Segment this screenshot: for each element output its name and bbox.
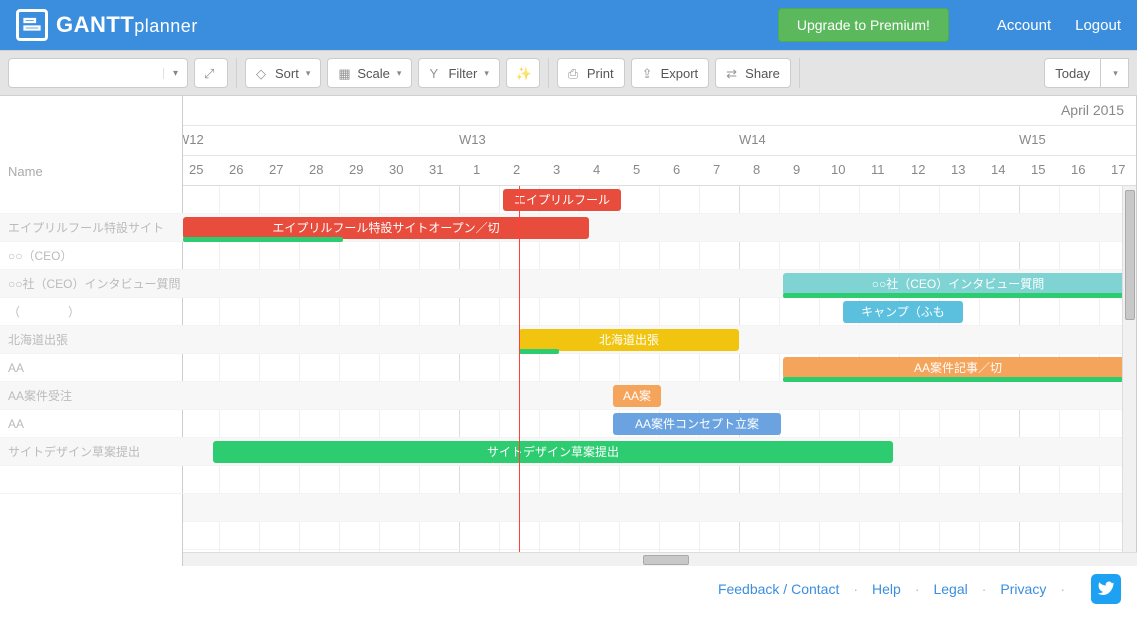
help-link[interactable]: Help [872, 581, 901, 597]
gantt-bar[interactable]: エイプリルフール [503, 189, 621, 211]
gantt-bar[interactable]: サイトデザイン草案提出 [213, 441, 893, 463]
day-label: 11 [871, 162, 885, 177]
vertical-scrollbar[interactable] [1122, 186, 1136, 552]
today-dropdown[interactable]: ▾ [1101, 58, 1129, 88]
day-label: 17 [1111, 162, 1125, 177]
day-label: 8 [753, 162, 760, 177]
day-label: 9 [793, 162, 800, 177]
logo-icon [16, 9, 48, 41]
gantt-bar-progress [183, 237, 343, 242]
gantt-bar[interactable]: キャンプ（ふも [843, 301, 963, 323]
sort-button[interactable]: ◇Sort▾ [245, 58, 321, 88]
day-label: 27 [269, 162, 283, 177]
task-row-label[interactable] [0, 466, 183, 494]
export-button[interactable]: ⇪Export [631, 58, 710, 88]
day-label: 6 [673, 162, 680, 177]
share-icon: ⇄ [726, 66, 740, 80]
task-row-label[interactable]: AA [0, 410, 183, 438]
day-label: 12 [911, 162, 925, 177]
task-row-label[interactable]: サイトデザイン草案提出 [0, 438, 183, 466]
day-label: 16 [1071, 162, 1085, 177]
scale-icon: ▦ [338, 66, 352, 80]
task-row-label[interactable]: AA案件受注 [0, 382, 183, 410]
gantt-bar[interactable]: 北海道出張 [519, 329, 739, 351]
week-label: W13 [459, 132, 486, 147]
name-column-header: Name [8, 164, 43, 179]
day-label: 29 [349, 162, 363, 177]
day-label: 25 [189, 162, 203, 177]
day-label: 30 [389, 162, 403, 177]
gantt-bar-progress [783, 377, 1123, 382]
gantt-bar[interactable]: AA案件記事／切 [783, 357, 1133, 379]
day-label: 5 [633, 162, 640, 177]
horizontal-scrollbar[interactable] [183, 552, 1137, 566]
day-label: 26 [229, 162, 243, 177]
filter-icon: Y [429, 66, 443, 80]
day-label: 3 [553, 162, 560, 177]
timeline-pane[interactable]: April 2015 W12W13W14W15 2526272829303112… [183, 96, 1137, 566]
gantt-bar[interactable]: AA案件コンセプト立案 [613, 413, 781, 435]
wand-icon: ✨ [516, 66, 530, 80]
export-icon: ⇪ [642, 66, 656, 80]
feedback-link[interactable]: Feedback / Contact [718, 581, 839, 597]
expand-button[interactable]: ⤢ [194, 58, 228, 88]
gantt-chart: Name エイプリルフール特設サイト○○（CEO）○○社（CEO）インタビュー質… [0, 96, 1137, 566]
today-line [519, 186, 520, 552]
month-label: April 2015 [1061, 102, 1124, 118]
task-row-label[interactable]: （ ） [0, 298, 183, 326]
gantt-bar-progress [783, 293, 1133, 298]
day-label: 2 [513, 162, 520, 177]
left-pane: Name エイプリルフール特設サイト○○（CEO）○○社（CEO）インタビュー質… [0, 96, 183, 566]
today-button[interactable]: Today [1044, 58, 1101, 88]
gantt-bar-progress [519, 349, 559, 354]
twitter-icon[interactable] [1091, 574, 1121, 604]
day-label: 10 [831, 162, 845, 177]
top-bar: GANTTplanner Upgrade to Premium! Account… [0, 0, 1137, 50]
day-label: 4 [593, 162, 600, 177]
logo-text: GANTTplanner [56, 12, 198, 38]
week-label: W12 [183, 132, 204, 147]
day-label: 31 [429, 162, 443, 177]
week-label: W15 [1019, 132, 1046, 147]
footer: Feedback / Contact· Help· Legal· Privacy… [0, 566, 1137, 612]
day-label: 13 [951, 162, 965, 177]
day-label: 7 [713, 162, 720, 177]
gantt-bar[interactable]: エイプリルフール特設サイトオープン／切 [183, 217, 589, 239]
filter-button[interactable]: YFilter▾ [418, 58, 499, 88]
expand-icon: ⤢ [204, 66, 218, 80]
gantt-bar[interactable]: ○○社（CEO）インタビュー質問 [783, 273, 1133, 295]
task-row-label[interactable]: エイプリルフール特設サイト [0, 214, 183, 242]
logout-link[interactable]: Logout [1075, 17, 1121, 34]
day-label: 14 [991, 162, 1005, 177]
task-row-label[interactable]: AA [0, 354, 183, 382]
week-label: W14 [739, 132, 766, 147]
privacy-link[interactable]: Privacy [1000, 581, 1046, 597]
scale-button[interactable]: ▦Scale▾ [327, 58, 412, 88]
day-label: 28 [309, 162, 323, 177]
task-row-label[interactable] [0, 186, 183, 214]
print-button[interactable]: ⎙Print [557, 58, 625, 88]
account-link[interactable]: Account [997, 17, 1051, 34]
day-label: 1 [473, 162, 480, 177]
gantt-bar[interactable]: AA案 [613, 385, 661, 407]
task-row-label[interactable]: ○○（CEO） [0, 242, 183, 270]
wand-button[interactable]: ✨ [506, 58, 540, 88]
task-row-label[interactable]: 北海道出張 [0, 326, 183, 354]
share-button[interactable]: ⇄Share [715, 58, 791, 88]
sort-icon: ◇ [256, 66, 270, 80]
task-row-label[interactable]: ○○社（CEO）インタビュー質問 [0, 270, 183, 298]
toolbar: ▾ ⤢ ◇Sort▾ ▦Scale▾ YFilter▾ ✨ ⎙Print ⇪Ex… [0, 50, 1137, 96]
day-label: 15 [1031, 162, 1045, 177]
view-select[interactable]: ▾ [8, 58, 188, 88]
legal-link[interactable]: Legal [933, 581, 967, 597]
upgrade-button[interactable]: Upgrade to Premium! [778, 8, 949, 42]
print-icon: ⎙ [568, 66, 582, 80]
